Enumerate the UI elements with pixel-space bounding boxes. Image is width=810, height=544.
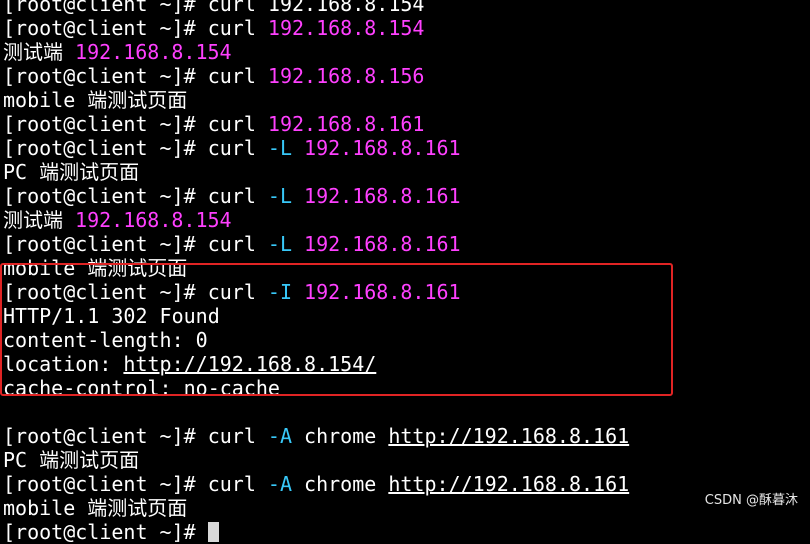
output-line: 测试端 192.168.8.154	[0, 208, 810, 232]
user-agent-arg: chrome	[304, 472, 389, 496]
command-line: [root@client ~]# curl -A chrome http://1…	[0, 424, 810, 448]
command-name: curl	[207, 232, 268, 256]
shell-prompt: [root@client ~]#	[3, 424, 208, 448]
command-name: curl	[207, 112, 268, 136]
command-name: curl	[207, 136, 268, 160]
command-name: curl	[207, 64, 268, 88]
ip-address: 192.168.8.154	[75, 208, 232, 232]
shell-prompt: [root@client ~]#	[3, 16, 208, 40]
command-option: -A	[267, 472, 305, 496]
watermark: CSDN @酥暮沐	[704, 493, 798, 508]
command-name: curl	[207, 472, 268, 496]
output-text: mobile 端测试页面	[3, 496, 188, 520]
command-name: curl	[207, 16, 268, 40]
output-line: PC 端测试页面	[0, 448, 810, 472]
command-option: -L	[267, 232, 305, 256]
command-line: [root@client ~]# curl 192.168.8.161	[0, 112, 810, 136]
output-text: 测试端	[3, 208, 76, 232]
ip-address: 192.168.8.154	[267, 16, 425, 40]
output-text: mobile 端测试页面	[3, 88, 188, 112]
scrolled-line: [root@client ~]# curl 192.168.8.154	[0, 0, 810, 16]
ip-address: 192.168.8.161	[304, 232, 461, 256]
highlight-box	[0, 263, 673, 396]
output-text: [root@client ~]# curl 192.168.8.154	[3, 0, 425, 16]
output-text: PC 端测试页面	[3, 448, 140, 472]
output-line: PC 端测试页面	[0, 160, 810, 184]
text-cursor	[207, 522, 219, 542]
user-agent-arg: chrome	[304, 424, 389, 448]
command-line: [root@client ~]# curl -A chrome http://1…	[0, 472, 810, 496]
command-name: curl	[207, 184, 268, 208]
output-line: mobile 端测试页面	[0, 496, 810, 520]
shell-prompt: [root@client ~]#	[3, 112, 208, 136]
command-option: -A	[267, 424, 305, 448]
command-option: -L	[267, 136, 305, 160]
output-line: 测试端 192.168.8.154	[0, 40, 810, 64]
command-line: [root@client ~]# curl -L 192.168.8.161	[0, 184, 810, 208]
ip-address: 192.168.8.156	[267, 64, 425, 88]
shell-prompt: [root@client ~]#	[3, 520, 208, 544]
output-line: mobile 端测试页面	[0, 88, 810, 112]
ip-address: 192.168.8.154	[75, 40, 232, 64]
shell-prompt: [root@client ~]#	[3, 136, 208, 160]
output-text: 测试端	[3, 40, 76, 64]
command-line: [root@client ~]# curl 192.168.8.154	[0, 16, 810, 40]
command-line: [root@client ~]# curl -L 192.168.8.161	[0, 232, 810, 256]
command-option: -L	[267, 184, 305, 208]
ip-address: 192.168.8.161	[304, 184, 461, 208]
command-line: [root@client ~]# curl -L 192.168.8.161	[0, 136, 810, 160]
url-link[interactable]: http://192.168.8.161	[388, 424, 629, 448]
shell-prompt: [root@client ~]#	[3, 64, 208, 88]
shell-prompt: [root@client ~]#	[3, 232, 208, 256]
output-text: PC 端测试页面	[3, 160, 140, 184]
ip-address: 192.168.8.161	[267, 112, 425, 136]
shell-prompt: [root@client ~]#	[3, 472, 208, 496]
url-link[interactable]: http://192.168.8.161	[388, 472, 629, 496]
active-prompt-line[interactable]: [root@client ~]#	[0, 520, 810, 544]
command-line: [root@client ~]# curl 192.168.8.156	[0, 64, 810, 88]
command-name: curl	[207, 424, 268, 448]
ip-address: 192.168.8.161	[304, 136, 461, 160]
shell-prompt: [root@client ~]#	[3, 184, 208, 208]
